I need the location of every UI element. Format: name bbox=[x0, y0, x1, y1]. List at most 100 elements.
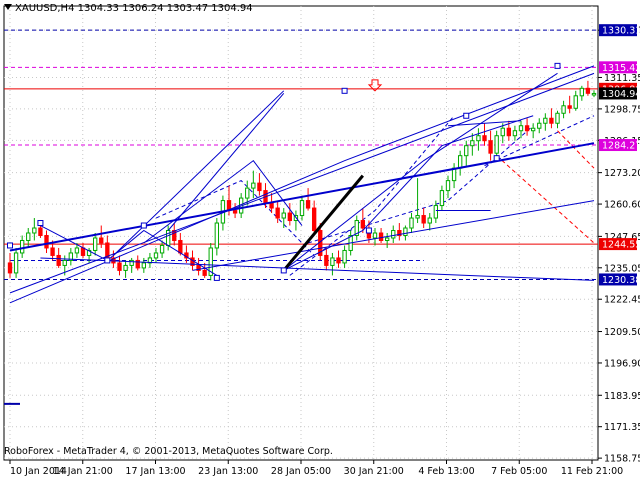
trendline bbox=[113, 90, 285, 256]
trendline bbox=[9, 142, 595, 252]
y-tick-label: 1171.35 bbox=[604, 422, 640, 433]
candle bbox=[336, 250, 341, 268]
candle bbox=[579, 85, 585, 101]
candle bbox=[305, 188, 311, 211]
candle bbox=[293, 210, 299, 231]
x-tick-label: 23 Jan 13:00 bbox=[198, 466, 258, 477]
candle bbox=[415, 178, 420, 224]
candle-body bbox=[178, 239, 183, 254]
candle bbox=[19, 235, 25, 258]
candle-body bbox=[299, 200, 305, 217]
candle-body bbox=[269, 202, 274, 209]
candle-body bbox=[141, 262, 147, 269]
y-tick-label: 1209.50 bbox=[604, 327, 640, 338]
x-tick-label: 14 Jan 21:00 bbox=[53, 466, 113, 477]
anchor-marker bbox=[341, 87, 348, 94]
current-price-tag: 1304.94 bbox=[599, 87, 640, 100]
candle-body bbox=[549, 117, 554, 124]
candle bbox=[32, 218, 37, 241]
anchor-marker bbox=[493, 155, 500, 162]
price-chart[interactable]: 1330.311311.351298.751286.151273.201260.… bbox=[0, 0, 640, 480]
candle-body bbox=[567, 105, 572, 109]
candle bbox=[482, 123, 487, 146]
x-tick-label: 11 Feb 21:00 bbox=[561, 466, 623, 477]
candle bbox=[524, 118, 530, 136]
candle-body bbox=[251, 182, 256, 189]
y-tick-label: 1158.75 bbox=[604, 454, 640, 465]
candle-body bbox=[159, 244, 165, 254]
y-tick-label: 1311.35 bbox=[604, 73, 640, 84]
candle-body bbox=[384, 237, 390, 241]
candle-body bbox=[232, 210, 238, 214]
level-price-tag-text: 1284.27 bbox=[602, 141, 640, 152]
candle-body bbox=[415, 215, 420, 219]
low-value: 1303.47 bbox=[166, 3, 209, 14]
anchor-marker bbox=[365, 227, 372, 234]
candle-body bbox=[202, 269, 207, 276]
level-price-tag-text: 1330.31 bbox=[602, 26, 640, 37]
candle-body bbox=[506, 127, 512, 137]
candle bbox=[330, 252, 335, 276]
y-tick-label: 1260.60 bbox=[604, 200, 640, 211]
chart-canvas[interactable]: 1330.311311.351298.751286.151273.201260.… bbox=[0, 0, 640, 480]
candle-body bbox=[482, 135, 487, 142]
candle-body bbox=[409, 217, 414, 229]
level-price-tag: 1315.42 bbox=[599, 61, 640, 74]
candle bbox=[135, 255, 140, 271]
candle-body bbox=[555, 112, 560, 124]
y-tick-label: 1222.45 bbox=[604, 295, 640, 306]
candle bbox=[451, 163, 457, 189]
anchor-marker bbox=[554, 62, 561, 69]
candle bbox=[494, 130, 499, 159]
x-tick-label: 28 Jan 05:00 bbox=[271, 466, 331, 477]
candle-body bbox=[488, 140, 493, 154]
candle bbox=[439, 185, 445, 211]
candle-body bbox=[32, 227, 37, 234]
candle-body bbox=[44, 234, 49, 249]
candle bbox=[129, 257, 134, 273]
y-tick-label: 1273.20 bbox=[604, 168, 640, 179]
candle-body bbox=[342, 249, 347, 264]
candle-body bbox=[324, 254, 329, 266]
level-price-tag-text: 1230.38 bbox=[602, 275, 640, 286]
candle-body bbox=[80, 247, 86, 256]
candle bbox=[251, 170, 256, 199]
candle-body bbox=[56, 254, 61, 266]
candle-body bbox=[330, 257, 335, 266]
y-tick-label: 1183.95 bbox=[604, 391, 640, 402]
candle bbox=[476, 128, 481, 151]
candle-body bbox=[38, 227, 43, 236]
candle-body bbox=[281, 212, 286, 219]
candle-body bbox=[445, 180, 451, 192]
anchor-marker bbox=[280, 267, 287, 274]
candle-body bbox=[439, 190, 445, 207]
anchor-marker bbox=[7, 242, 13, 249]
current-price-tag-text: 1304.94 bbox=[602, 89, 640, 100]
candle-body bbox=[591, 92, 597, 96]
candle-body bbox=[305, 200, 311, 209]
candle-body bbox=[512, 130, 518, 137]
candle-body bbox=[99, 237, 104, 244]
candle bbox=[299, 195, 305, 221]
candle-body bbox=[391, 230, 396, 239]
candle bbox=[421, 208, 426, 229]
candle bbox=[561, 100, 566, 119]
candle-body bbox=[518, 125, 524, 132]
chart-menu-triangle-icon[interactable] bbox=[4, 4, 12, 10]
symbol-label: XAUUSD,H4 bbox=[15, 3, 75, 14]
dashed-trendline bbox=[496, 155, 595, 244]
high-value: 1306.24 bbox=[122, 3, 164, 14]
candle bbox=[147, 252, 153, 268]
candle bbox=[567, 95, 572, 114]
candle bbox=[287, 203, 293, 226]
candle-body bbox=[457, 155, 463, 169]
candle bbox=[172, 223, 177, 246]
candle bbox=[397, 223, 402, 241]
open-value: 1304.33 bbox=[77, 3, 119, 14]
candle bbox=[591, 90, 597, 98]
candle bbox=[324, 247, 329, 271]
candle bbox=[378, 228, 384, 243]
candle-body bbox=[421, 215, 426, 224]
candle-body bbox=[372, 232, 378, 239]
candle bbox=[26, 228, 31, 248]
